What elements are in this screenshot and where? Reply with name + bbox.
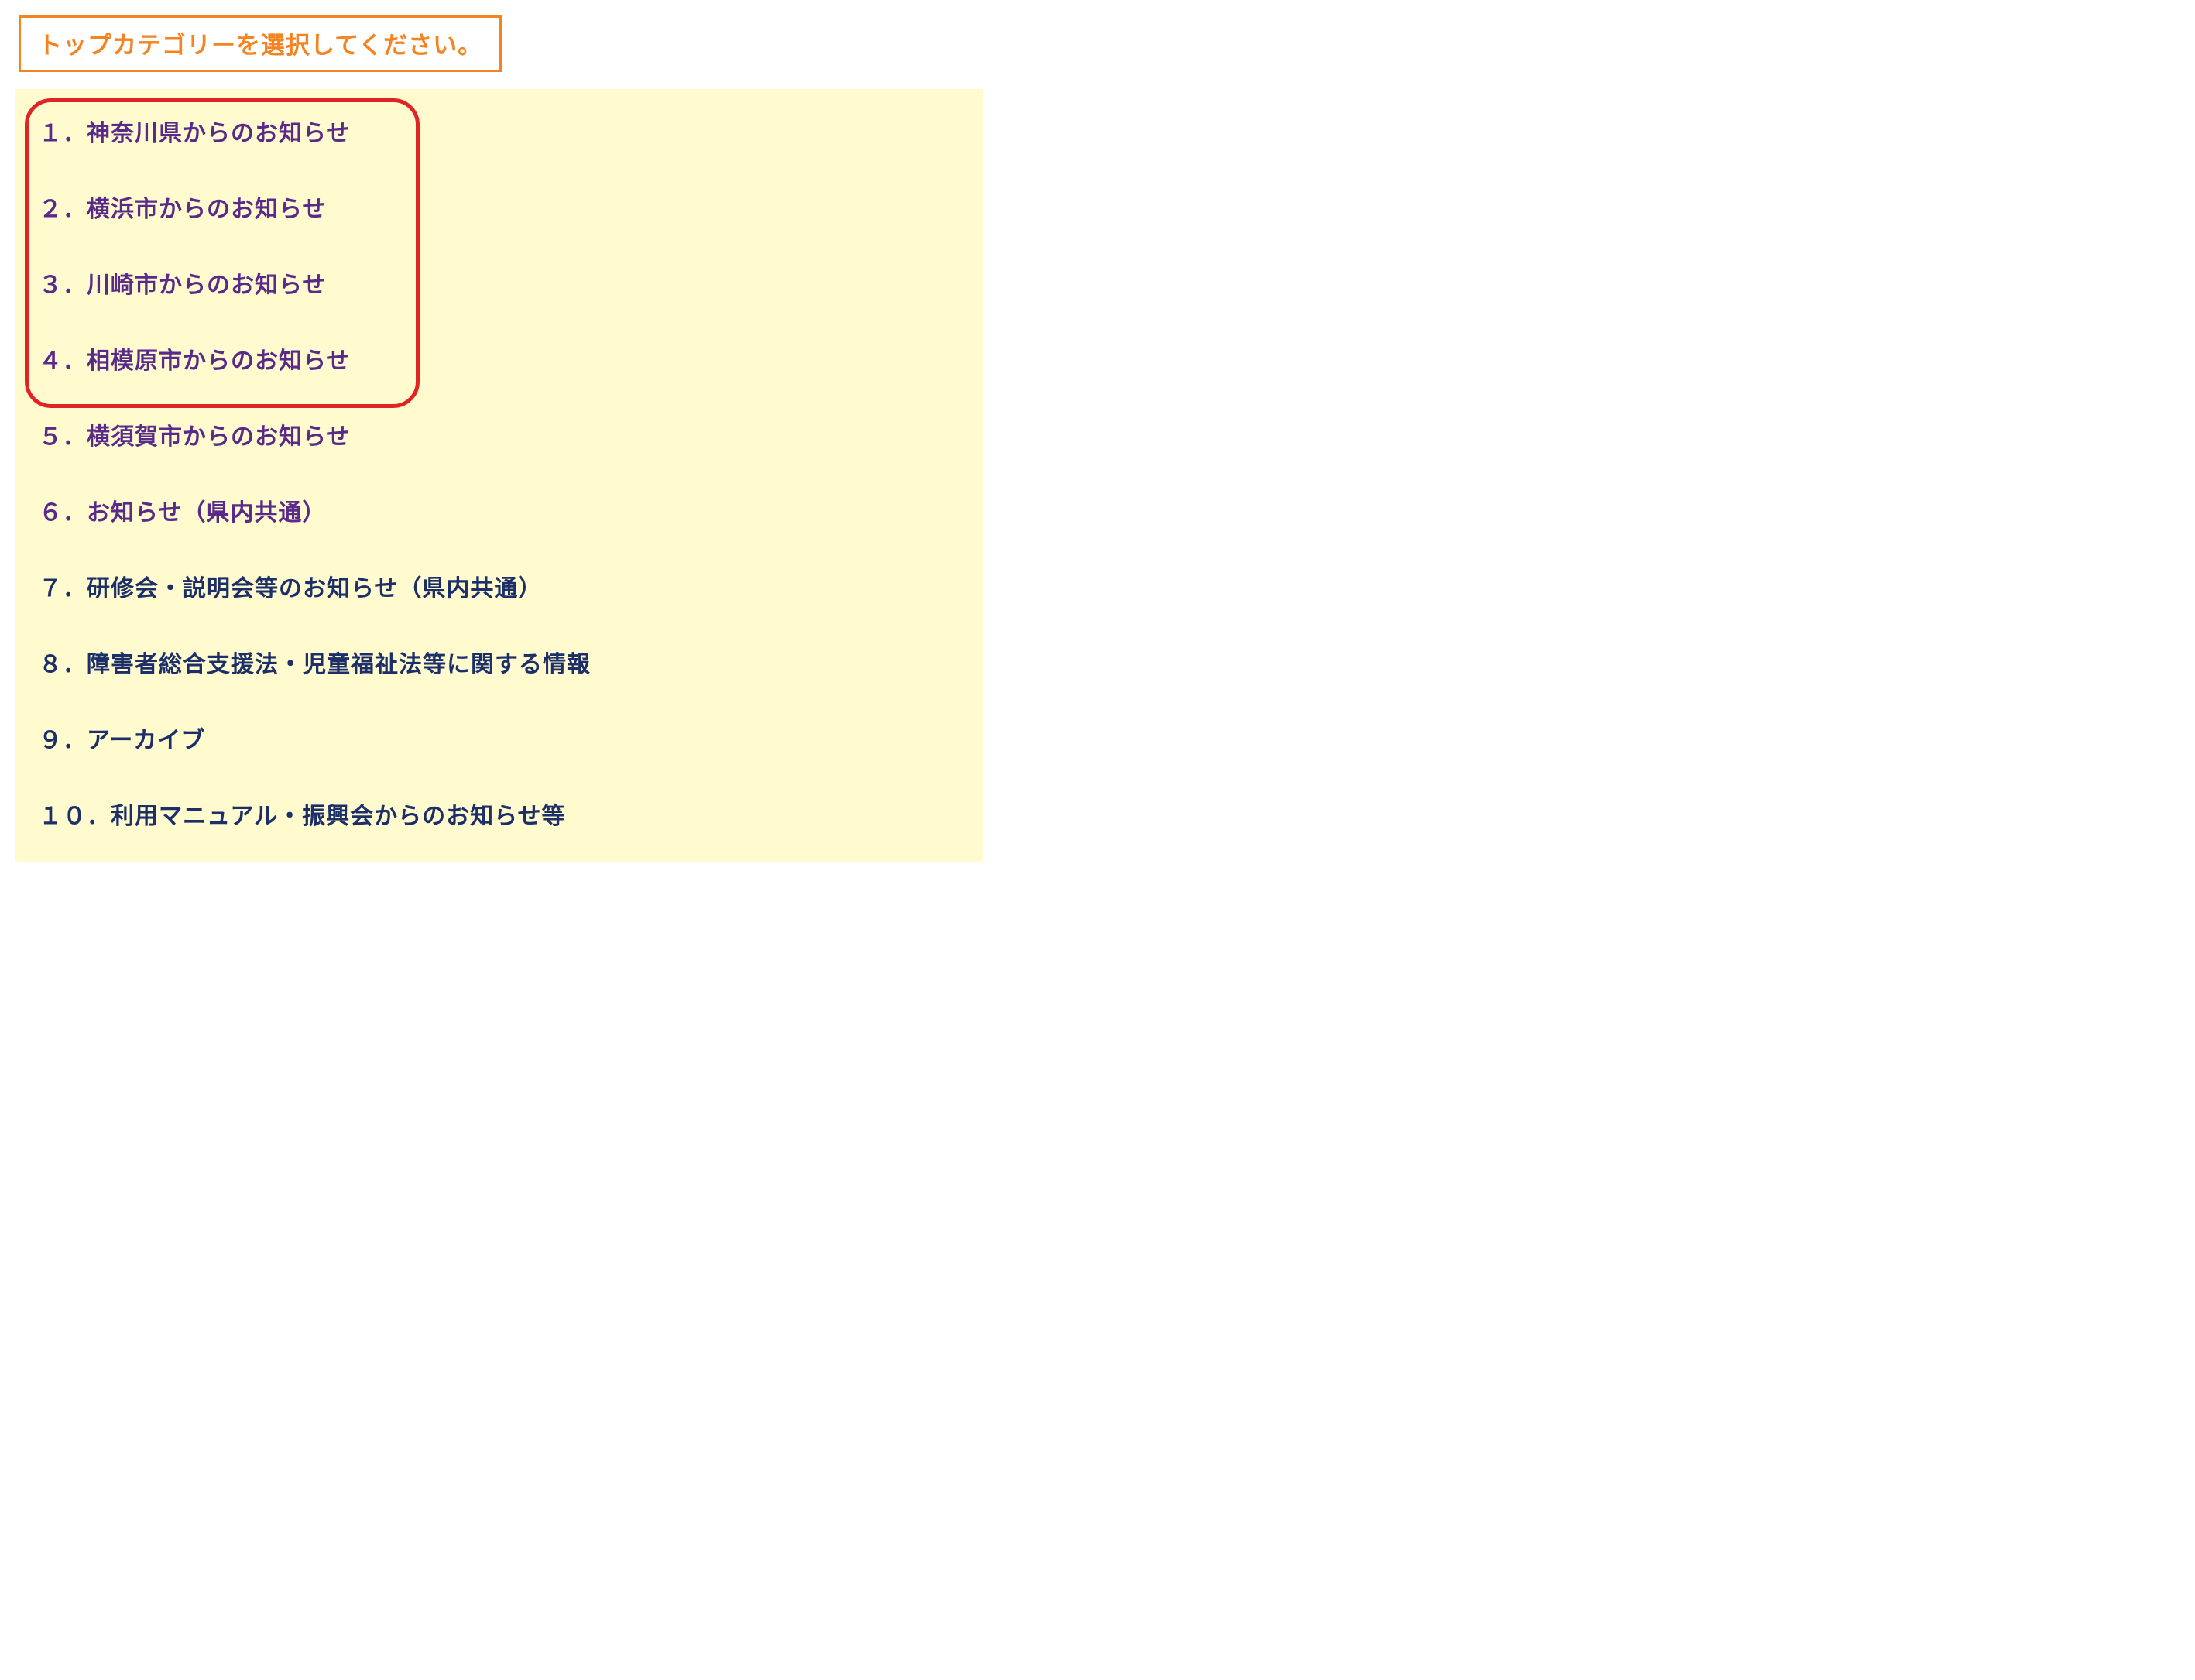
category-item: ４．相模原市からのお知らせ (25, 337, 974, 380)
category-number: ８． (39, 652, 87, 677)
header-instruction-text: トップカテゴリーを選択してください。 (38, 32, 482, 59)
category-item: ５．横須賀市からのお知らせ (25, 413, 974, 456)
category-label: 横浜市からのお知らせ (87, 197, 326, 222)
category-item: １０．利用マニュアル・振興会からのお知らせ等 (25, 792, 974, 835)
category-link-3[interactable]: ３．川崎市からのお知らせ (39, 273, 326, 298)
category-number: １０． (39, 804, 111, 829)
category-item: ６．お知らせ（県内共通） (25, 489, 974, 532)
category-number: ４． (39, 348, 87, 374)
category-number: ７． (39, 576, 87, 602)
category-item: １．神奈川県からのお知らせ (25, 109, 974, 153)
category-label: 相模原市からのお知らせ (87, 348, 350, 374)
category-label: アーカイブ (87, 728, 205, 753)
category-link-2[interactable]: ２．横浜市からのお知らせ (39, 197, 326, 222)
category-link-4[interactable]: ４．相模原市からのお知らせ (39, 348, 350, 374)
category-label: 障害者総合支援法・児童福祉法等に関する情報 (87, 652, 591, 677)
category-item: ９．アーカイブ (25, 716, 974, 759)
category-number: １． (39, 121, 87, 146)
category-link-9[interactable]: ９．アーカイブ (39, 728, 205, 753)
category-number: ５． (39, 424, 87, 450)
category-label: 研修会・説明会等のお知らせ（県内共通） (87, 576, 542, 602)
category-link-6[interactable]: ６．お知らせ（県内共通） (39, 500, 326, 526)
category-number: ３． (39, 273, 87, 298)
category-item: ３．川崎市からのお知らせ (25, 261, 974, 304)
category-number: ６． (39, 500, 87, 526)
category-link-10[interactable]: １０．利用マニュアル・振興会からのお知らせ等 (39, 804, 566, 829)
category-item: ８．障害者総合支援法・児童福祉法等に関する情報 (25, 640, 974, 684)
category-label: 利用マニュアル・振興会からのお知らせ等 (111, 804, 566, 829)
category-list-panel: １．神奈川県からのお知らせ ２．横浜市からのお知らせ ３．川崎市からのお知らせ … (15, 89, 983, 862)
category-number: ２． (39, 197, 87, 222)
category-item: ２．横浜市からのお知らせ (25, 185, 974, 228)
category-label: 神奈川県からのお知らせ (87, 121, 350, 146)
category-link-5[interactable]: ５．横須賀市からのお知らせ (39, 424, 350, 450)
category-link-8[interactable]: ８．障害者総合支援法・児童福祉法等に関する情報 (39, 652, 591, 677)
page-root: トップカテゴリーを選択してください。 １．神奈川県からのお知らせ ２．横浜市から… (0, 0, 999, 877)
category-number: ９． (39, 728, 87, 753)
category-link-1[interactable]: １．神奈川県からのお知らせ (39, 121, 350, 146)
category-link-7[interactable]: ７．研修会・説明会等のお知らせ（県内共通） (39, 576, 542, 602)
header-instruction-box: トップカテゴリーを選択してください。 (19, 15, 502, 72)
category-label: 横須賀市からのお知らせ (87, 424, 350, 450)
category-label: 川崎市からのお知らせ (87, 273, 326, 298)
category-item: ７．研修会・説明会等のお知らせ（県内共通） (25, 564, 974, 608)
category-label: お知らせ（県内共通） (87, 500, 326, 526)
